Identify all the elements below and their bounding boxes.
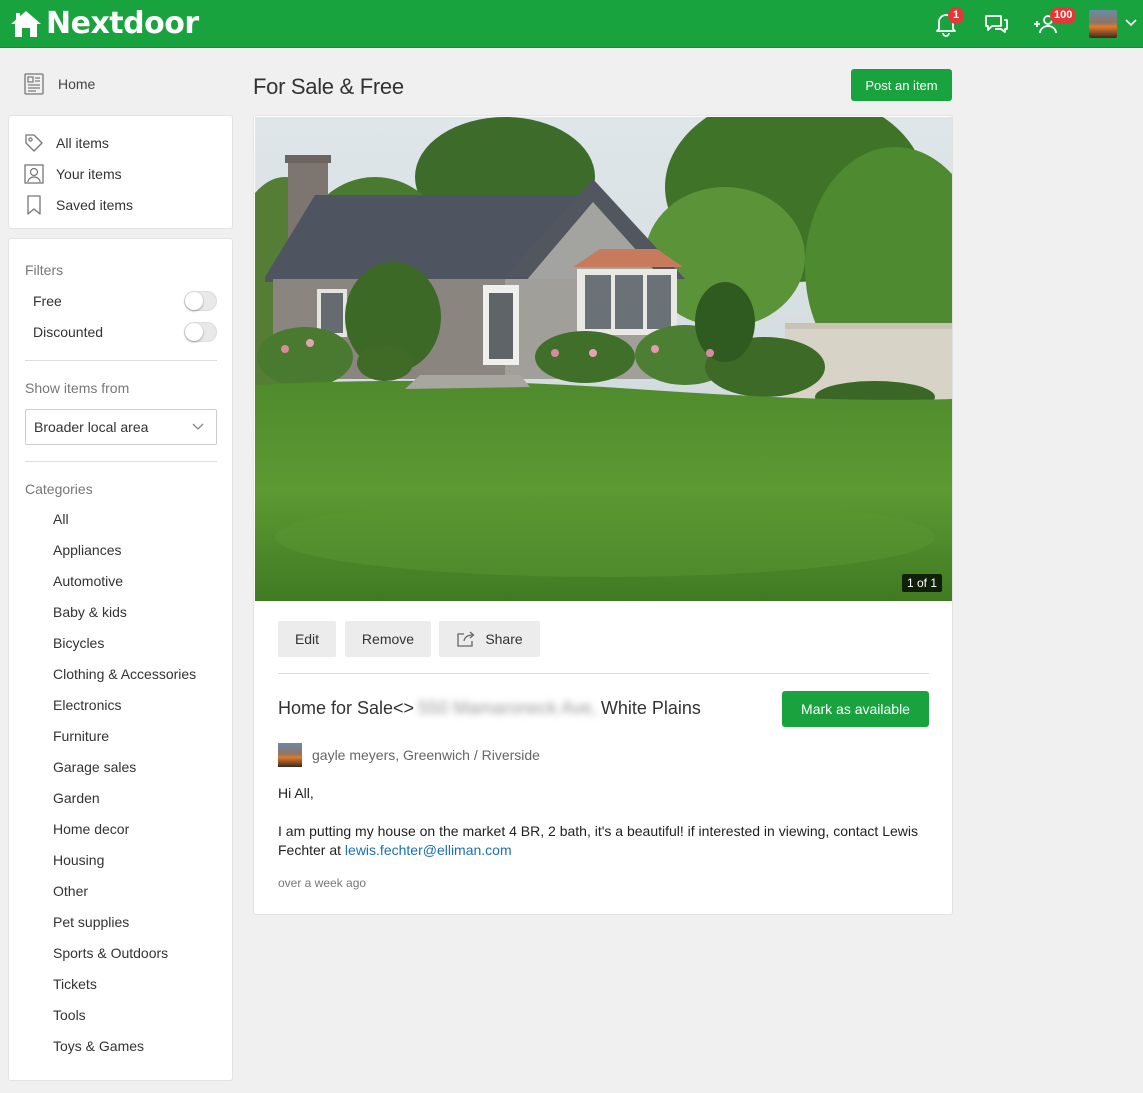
category-housing[interactable]: Housing (53, 850, 104, 870)
items-nav-card: All items Your items Saved items (8, 115, 233, 229)
person-icon (24, 164, 44, 184)
chevron-down-icon[interactable] (1124, 16, 1138, 30)
profile-avatar[interactable] (1089, 10, 1117, 38)
category-sports-outdoors[interactable]: Sports & Outdoors (53, 943, 168, 963)
house-logo-icon (11, 11, 41, 37)
category-furniture[interactable]: Furniture (53, 726, 109, 746)
invites-badge: 100 (1050, 7, 1077, 24)
free-toggle[interactable] (184, 291, 217, 311)
category-appliances[interactable]: Appliances (53, 540, 122, 560)
category-pet-supplies[interactable]: Pet supplies (53, 912, 129, 932)
house-photo-illustration (255, 117, 952, 601)
top-navigation-bar: Nextdoor 1 100 (0, 0, 1143, 48)
category-all[interactable]: All (53, 509, 69, 529)
messages-button[interactable] (982, 10, 1010, 38)
sidebar-item-all-items[interactable]: All items (24, 131, 109, 155)
category-baby-kids[interactable]: Baby & kids (53, 602, 127, 622)
invite-neighbors-button[interactable]: 100 (1032, 7, 1077, 38)
category-automotive[interactable]: Automotive (53, 571, 123, 591)
author-row: gayle meyers, Greenwich / Riverside (278, 743, 540, 767)
item-title-suffix: White Plains (600, 698, 701, 718)
categories-heading: Categories (25, 481, 93, 497)
edit-button[interactable]: Edit (278, 621, 336, 657)
nav-item-label: All items (56, 135, 109, 151)
page-title: For Sale & Free (253, 74, 404, 99)
sidebar-item-saved-items[interactable]: Saved items (24, 193, 133, 217)
divider (278, 673, 929, 674)
location-select[interactable]: Broader local area (25, 409, 217, 445)
divider (25, 461, 217, 462)
item-title: Home for Sale<> 550 Mamaroneck Ave, Whit… (278, 698, 701, 719)
post-greeting: Hi All, (278, 785, 314, 801)
filters-heading: Filters (25, 262, 64, 278)
mark-available-button[interactable]: Mark as available (782, 691, 929, 727)
category-electronics[interactable]: Electronics (53, 695, 121, 715)
nextdoor-logo[interactable]: Nextdoor (10, 8, 199, 40)
discounted-toggle[interactable] (184, 322, 217, 342)
sidebar-item-your-items[interactable]: Your items (24, 162, 122, 186)
tag-icon (25, 134, 43, 152)
email-link[interactable]: lewis.fechter@elliman.com (345, 842, 512, 858)
category-tickets[interactable]: Tickets (53, 974, 97, 994)
post-item-button[interactable]: Post an item (851, 69, 952, 101)
author-name[interactable]: gayle meyers, Greenwich / Riverside (312, 747, 540, 763)
show-items-heading: Show items from (25, 380, 130, 396)
item-detail-card: 1 of 1 Edit Remove Share Home for Sale<>… (253, 115, 953, 915)
filter-label: Discounted (33, 324, 104, 340)
home-label: Home (58, 76, 96, 92)
filter-label: Free (33, 293, 62, 309)
chat-bubbles-icon (985, 15, 1008, 33)
category-garage-sales[interactable]: Garage sales (53, 757, 136, 777)
filter-discounted: Discounted (33, 321, 217, 343)
category-other[interactable]: Other (53, 881, 88, 901)
category-garden[interactable]: Garden (53, 788, 100, 808)
post-timestamp: over a week ago (278, 876, 367, 890)
item-photo[interactable]: 1 of 1 (255, 117, 952, 601)
item-title-prefix: Home for Sale<> (278, 698, 415, 718)
post-body: I am putting my house on the market 4 BR… (278, 822, 933, 860)
logo-wordmark: Nextdoor (46, 6, 199, 41)
location-select-value: Broader local area (34, 419, 149, 435)
nav-item-label: Saved items (56, 197, 134, 213)
category-bicycles[interactable]: Bicycles (53, 633, 104, 653)
bookmark-icon (27, 195, 41, 215)
photo-counter: 1 of 1 (901, 574, 942, 592)
notifications-badge: 1 (948, 7, 964, 24)
category-toys-games[interactable]: Toys & Games (53, 1036, 144, 1056)
category-tools[interactable]: Tools (53, 1005, 86, 1025)
share-button[interactable]: Share (439, 621, 540, 657)
newsfeed-icon (24, 73, 44, 95)
category-clothing-accessories[interactable]: Clothing & Accessories (53, 664, 196, 684)
notifications-button[interactable]: 1 (932, 7, 964, 38)
divider (25, 360, 217, 361)
nav-item-label: Your items (56, 166, 122, 182)
sidebar-home-link[interactable]: Home (24, 72, 95, 96)
category-home-decor[interactable]: Home decor (53, 819, 129, 839)
author-avatar[interactable] (278, 743, 302, 767)
blurred-address: 550 Mamaroneck Ave, (418, 698, 597, 718)
chevron-down-icon (192, 423, 204, 430)
filters-card: Filters Free Discounted Show items from … (8, 238, 233, 1081)
share-label: Share (485, 631, 523, 647)
filter-free: Free (33, 290, 217, 312)
remove-button[interactable]: Remove (345, 621, 431, 657)
share-icon (457, 631, 475, 647)
